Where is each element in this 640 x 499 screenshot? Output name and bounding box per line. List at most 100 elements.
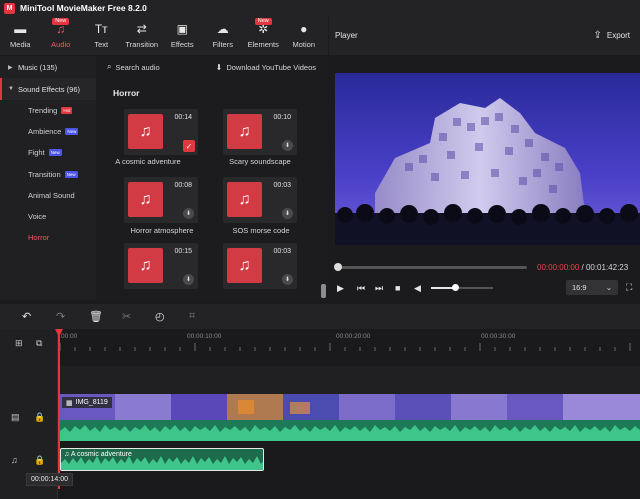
seek-handle[interactable]	[334, 263, 342, 271]
play-icon[interactable]: ▶	[337, 283, 344, 294]
tab-motion-label: Motion	[292, 39, 315, 49]
search-icon: ⌕	[107, 62, 112, 71]
tab-filters[interactable]: ☁ Filters	[203, 16, 244, 55]
audio-duration: 00:14	[174, 114, 192, 121]
subcategory-animal-sound[interactable]: Animal Sound	[0, 185, 96, 206]
audio-title: SOS morse code	[232, 226, 290, 235]
time-tooltip: 00:00:14:00	[26, 473, 73, 486]
subcategory-horror[interactable]: Horror	[0, 227, 96, 248]
lock-icon[interactable]: 🔒	[34, 455, 45, 466]
audio-duration: 00:03	[273, 248, 291, 255]
player-title: Player	[335, 31, 358, 40]
app-title: MiniTool MovieMaker Free 8.2.0	[20, 3, 147, 13]
audio-duration: 00:10	[273, 114, 291, 121]
video-clip-filmstrip	[60, 394, 640, 441]
speed-icon[interactable]: ◴	[155, 310, 165, 323]
music-note-icon: ♫	[64, 451, 71, 458]
lock-icon[interactable]: 🔒	[34, 412, 45, 423]
text-icon: Tт	[94, 21, 108, 36]
audio-library-panel: ⌕ Search audio ⬇ Download YouTube Videos…	[97, 56, 328, 300]
audio-card[interactable]: ♫ 00:03 ⬇	[223, 177, 297, 223]
search-audio-label: Search audio	[115, 62, 160, 72]
subcategory-transition[interactable]: Transition New	[0, 164, 96, 185]
subcategory-ambience[interactable]: Ambience New	[0, 121, 96, 142]
preview-frame	[335, 73, 640, 245]
audio-card[interactable]: ♫ 00:15 ⬇	[124, 243, 198, 289]
audio-card[interactable]: ♫ 00:08 ⬇	[124, 177, 198, 223]
copy-track-icon[interactable]: ⧉	[36, 338, 42, 349]
volume-icon[interactable]: ◀	[414, 283, 421, 294]
video-clip[interactable]: ▦ IMG_8119	[60, 394, 640, 441]
category-music[interactable]: ▶ Music (135)	[0, 56, 96, 78]
audio-duration: 00:15	[174, 248, 192, 255]
ruler-tick-label: 00:00:10:00	[187, 333, 222, 340]
current-time: 00:00:00:00	[537, 263, 580, 272]
fullscreen-icon[interactable]: ⛶	[626, 282, 632, 293]
subcategory-label: Ambience	[28, 127, 62, 137]
tab-filters-label: Filters	[212, 39, 233, 49]
subcategory-trending[interactable]: Trending Hot	[0, 100, 96, 121]
next-frame-icon[interactable]: ⏭	[375, 283, 383, 294]
delete-icon[interactable]: 🗑	[89, 310, 103, 323]
previous-frame-icon[interactable]: ⏮	[357, 283, 365, 294]
tab-media[interactable]: ▬ Media	[0, 16, 41, 55]
chevron-down-icon: ⌄	[605, 283, 612, 292]
stop-icon[interactable]: ■	[395, 283, 400, 293]
add-track-icon[interactable]: ⊞	[15, 338, 23, 349]
video-clip-name: IMG_8119	[75, 399, 108, 406]
download-icon[interactable]: ⬇	[282, 140, 293, 151]
subcategory-fight[interactable]: Fight New	[0, 142, 96, 163]
tab-text[interactable]: Tт Text	[81, 16, 122, 55]
category-sound-effects[interactable]: ▼ Sound Effects (96)	[0, 78, 96, 100]
search-audio-button[interactable]: ⌕ Search audio	[107, 62, 160, 72]
volume-slider[interactable]	[431, 287, 493, 289]
tab-elements[interactable]: New ✲ Elements	[243, 16, 284, 55]
tab-transition[interactable]: ⇄ Transition	[122, 16, 163, 55]
download-icon[interactable]: ⬇	[183, 274, 194, 285]
split-icon[interactable]: ✂	[122, 310, 131, 323]
subcategory-voice[interactable]: Voice	[0, 206, 96, 227]
audio-card[interactable]: ♫ 00:10 ⬇	[223, 109, 297, 155]
tab-motion[interactable]: ● Motion	[284, 16, 325, 55]
download-youtube-button[interactable]: ⬇ Download YouTube Videos	[216, 63, 316, 72]
seek-bar[interactable]	[338, 266, 527, 269]
download-icon[interactable]: ⬇	[282, 208, 293, 219]
undo-icon[interactable]: ↶	[22, 310, 31, 323]
volume-handle[interactable]	[452, 284, 459, 291]
export-button[interactable]: ⇪ Export	[593, 30, 630, 41]
download-icon[interactable]: ⬇	[183, 208, 194, 219]
video-preview	[335, 73, 640, 245]
crop-icon[interactable]: ⌗	[189, 310, 195, 323]
download-youtube-label: Download YouTube Videos	[226, 62, 316, 72]
tab-audio-label: Audio	[51, 39, 71, 49]
empty-track-row[interactable]	[58, 366, 640, 394]
playhead[interactable]	[58, 329, 60, 489]
player-controls: 00:00:00:00 / 00:01:42:23 ▶ ⏮ ⏭ ■ ◀ 16:9…	[329, 245, 640, 303]
subcategory-label: Animal Sound	[28, 190, 75, 200]
library-scrollbar[interactable]	[321, 284, 326, 298]
audio-clip-label: ♫ A cosmic adventure	[64, 451, 132, 458]
audio-category-panel: ▶ Music (135) ▼ Sound Effects (96) Trend…	[0, 56, 96, 300]
subcategory-label: Horror	[28, 233, 50, 243]
download-icon: ⬇	[215, 62, 223, 72]
music-note-icon: ♫	[227, 182, 262, 217]
tab-audio[interactable]: New ♫ Audio	[41, 16, 82, 55]
export-icon: ⇪	[593, 30, 602, 41]
audio-card[interactable]: ♫ 00:14 ✓	[124, 109, 198, 155]
new-tag: New	[65, 128, 79, 136]
tab-effects[interactable]: ▣ Effects	[162, 16, 203, 55]
ruler-tick-label: 00:00	[61, 333, 78, 340]
check-icon[interactable]: ✓	[183, 140, 195, 152]
film-icon: ▦	[66, 399, 73, 407]
aspect-ratio-select[interactable]: 16:9 ⌄	[566, 280, 618, 295]
audio-clip[interactable]: ♫ A cosmic adventure	[60, 448, 264, 471]
audio-duration: 00:03	[273, 182, 291, 189]
audio-duration: 00:08	[174, 182, 192, 189]
library-search-bar: ⌕ Search audio ⬇ Download YouTube Videos	[97, 56, 328, 78]
redo-icon[interactable]: ↷	[56, 310, 65, 323]
audio-card[interactable]: ♫ 00:03 ⬇	[223, 243, 297, 289]
folder-icon: ▬	[14, 21, 27, 36]
time-ruler[interactable]: 00:00 00:00:10:00 00:00:20:00 00:00:30:0…	[58, 329, 640, 353]
category-music-label: Music (135)	[18, 62, 58, 72]
download-icon[interactable]: ⬇	[282, 274, 293, 285]
